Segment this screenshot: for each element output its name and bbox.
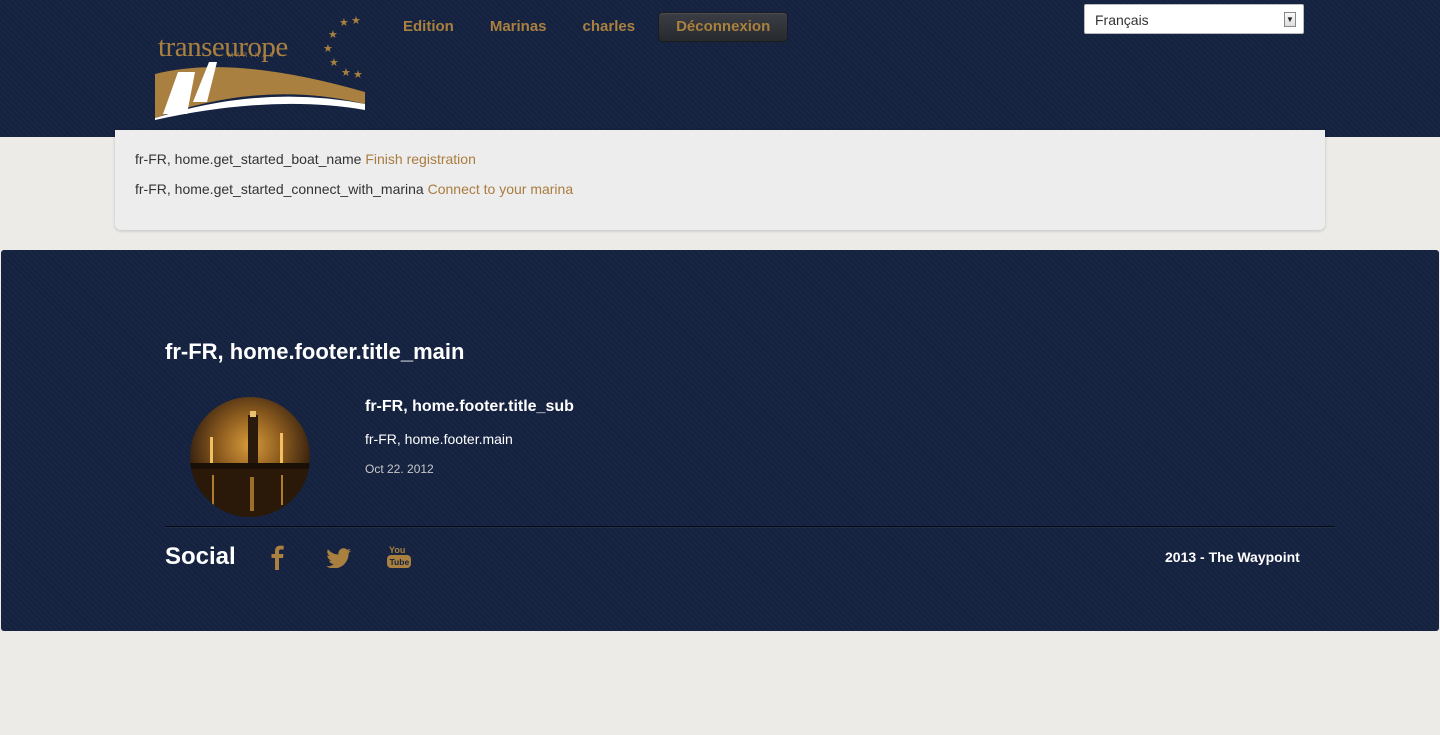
dropdown-arrow-icon: ▼	[1284, 12, 1296, 27]
finish-registration-link[interactable]: Finish registration	[365, 151, 476, 167]
svg-text:You: You	[389, 545, 405, 555]
logo-wordmark: transeurope	[158, 31, 288, 63]
transeurope-logo[interactable]: ★ ★ ★ ★ ★ ★ ★ transeurope MARINAS	[153, 14, 367, 120]
site-header: ★ ★ ★ ★ ★ ★ ★ transeurope MARINAS Edition Ma…	[0, 0, 1440, 137]
nav-marinas[interactable]: Marinas	[477, 12, 560, 42]
svg-text:★: ★	[339, 17, 349, 29]
svg-text:★: ★	[353, 69, 363, 81]
svg-text:★: ★	[329, 57, 339, 69]
svg-text:★: ★	[323, 43, 333, 55]
language-selected-value: Français	[1095, 12, 1149, 28]
facebook-icon[interactable]	[269, 544, 285, 570]
marina-night-image	[190, 411, 310, 517]
get-started-panel: fr-FR, home.get_started_boat_name Finish…	[115, 130, 1325, 230]
footer-date: Oct 22. 2012	[365, 462, 434, 476]
nav-user[interactable]: charles	[570, 12, 649, 42]
language-select[interactable]: Français ▼	[1084, 4, 1304, 34]
marina-photo	[190, 397, 310, 517]
boat-name-key: fr-FR, home.get_started_boat_name	[135, 151, 362, 167]
footer-divider	[165, 526, 1335, 527]
connect-marina-link[interactable]: Connect to your marina	[428, 181, 574, 197]
footer-main-text: fr-FR, home.footer.main	[365, 431, 513, 447]
logo-graphic: ★ ★ ★★ ★★ ★	[155, 15, 365, 120]
svg-text:★: ★	[351, 15, 361, 27]
youtube-icon[interactable]: You Tube	[387, 544, 411, 570]
footer-subtitle: fr-FR, home.footer.title_sub	[365, 398, 574, 415]
logo-subtitle: MARINAS	[228, 53, 277, 59]
connect-marina-key: fr-FR, home.get_started_connect_with_mar…	[135, 181, 424, 197]
copyright-text: 2013 - The Waypoint	[1165, 549, 1300, 565]
get-started-boat-row: fr-FR, home.get_started_boat_name Finish…	[135, 151, 476, 167]
footer-title: fr-FR, home.footer.title_main	[165, 339, 465, 364]
site-footer: fr-FR, home.footer.title_main fr-FR, hom…	[1, 250, 1439, 631]
svg-text:★: ★	[341, 67, 351, 79]
logout-button[interactable]: Déconnexion	[658, 12, 789, 42]
svg-text:★: ★	[328, 29, 338, 41]
svg-text:Tube: Tube	[390, 557, 410, 567]
social-heading: Social	[165, 543, 236, 570]
get-started-marina-row: fr-FR, home.get_started_connect_with_mar…	[135, 181, 573, 197]
twitter-icon[interactable]	[326, 548, 352, 568]
main-nav: Edition Marinas charles Déconnexion	[390, 12, 789, 42]
nav-edition[interactable]: Edition	[390, 12, 467, 42]
